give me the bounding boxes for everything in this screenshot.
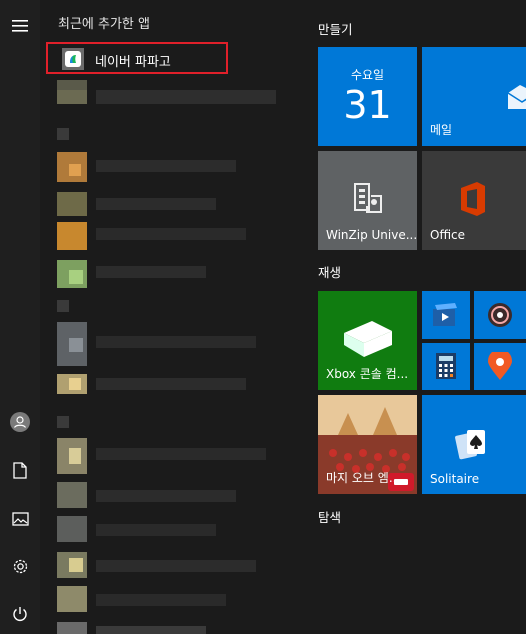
tiles-area: 만들기 수요일 31 메일 WinZip Unive... Office 재생 … bbox=[304, 0, 526, 634]
recent-app-label: 네이버 파파고 bbox=[95, 55, 171, 70]
winzip-tile[interactable]: WinZip Unive... bbox=[318, 151, 417, 250]
recent-section-title: 최근에 추가한 앱 bbox=[58, 17, 150, 32]
calculator-tile[interactable] bbox=[422, 343, 470, 390]
power-icon[interactable] bbox=[6, 600, 34, 628]
office-tile[interactable]: Office bbox=[422, 151, 526, 250]
winzip-label: WinZip Unive... bbox=[326, 228, 417, 242]
pictures-icon[interactable] bbox=[6, 505, 34, 533]
start-rail bbox=[0, 0, 40, 634]
maps-tile[interactable] bbox=[474, 343, 526, 390]
office-label: Office bbox=[430, 228, 466, 242]
groove-tile[interactable] bbox=[474, 291, 526, 339]
map-pin-icon bbox=[488, 349, 512, 384]
document-icon[interactable] bbox=[6, 456, 34, 484]
calendar-tile[interactable]: 수요일 31 bbox=[318, 47, 417, 146]
group-title-play: 재생 bbox=[318, 265, 342, 280]
group-title-explore: 탐색 bbox=[318, 510, 342, 525]
menu-icon[interactable] bbox=[6, 12, 34, 40]
game-label: 마지 오브 엠... bbox=[326, 471, 401, 485]
playing-cards-icon bbox=[455, 428, 489, 464]
xbox-label: Xbox 콘솔 컴... bbox=[326, 367, 409, 381]
group-title-create: 만들기 bbox=[318, 22, 353, 37]
calendar-day-name: 수요일 bbox=[350, 68, 385, 82]
calculator-icon bbox=[436, 353, 456, 383]
solitaire-tile[interactable]: Solitaire bbox=[422, 395, 526, 494]
recent-app-papago[interactable]: 네이버 파파고 bbox=[46, 42, 228, 74]
movies-tile[interactable] bbox=[422, 291, 470, 339]
game-tile[interactable]: 마지 오브 엠... bbox=[318, 395, 417, 494]
user-icon[interactable] bbox=[6, 408, 34, 436]
xbox-console-icon bbox=[340, 319, 396, 363]
music-disc-icon bbox=[487, 302, 513, 332]
app-list: 최근에 추가한 앱 네이버 파파고 bbox=[40, 0, 304, 634]
papago-icon bbox=[62, 48, 84, 70]
calendar-day-number: 31 bbox=[343, 83, 392, 127]
settings-icon[interactable] bbox=[6, 552, 34, 580]
mail-icon bbox=[507, 85, 526, 113]
winzip-icon bbox=[353, 182, 383, 218]
mail-tile[interactable]: 메일 bbox=[422, 47, 526, 146]
solitaire-label: Solitaire bbox=[430, 472, 480, 486]
mail-label: 메일 bbox=[430, 123, 453, 137]
movies-icon bbox=[433, 303, 459, 331]
xbox-tile[interactable]: Xbox 콘솔 컴... bbox=[318, 291, 417, 390]
office-icon bbox=[457, 182, 487, 220]
